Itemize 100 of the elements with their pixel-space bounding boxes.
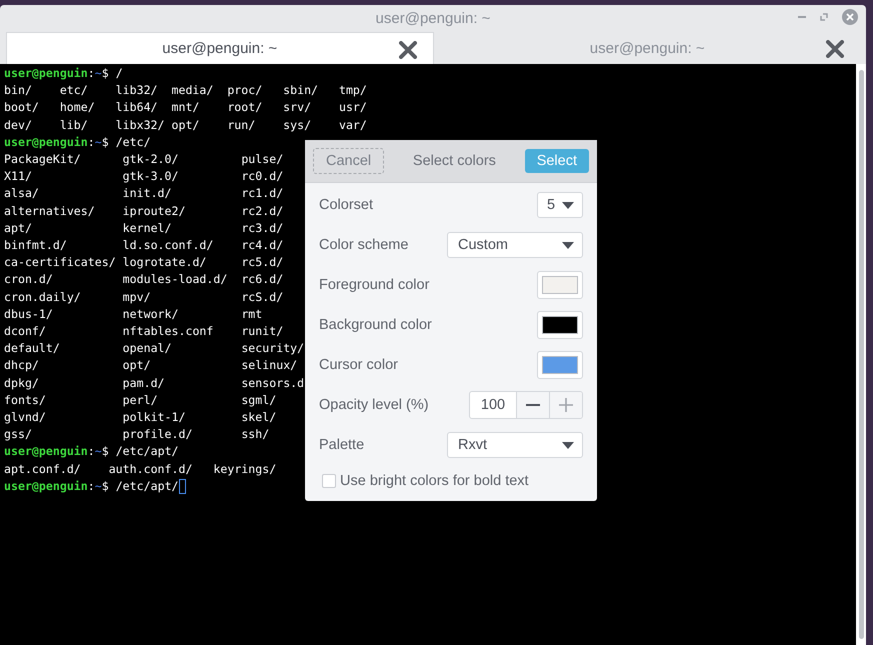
file-name: dpkg/ — [4, 376, 39, 390]
file-name: mpv/ — [122, 290, 151, 304]
file-name: alsa/ — [4, 186, 39, 200]
tab[interactable]: user@penguin: ~ — [6, 32, 434, 64]
file-name: selinux/ — [241, 358, 298, 372]
file-name: mnt/ — [171, 100, 200, 114]
file-name: opt/ — [122, 358, 151, 372]
dropdown[interactable]: Custom — [447, 232, 583, 258]
file-name: cron.daily/ — [4, 290, 81, 304]
decrement-button[interactable] — [517, 392, 549, 418]
prompt-user: user@penguin — [4, 478, 88, 495]
prompt-colon: : — [88, 443, 95, 460]
file-name: dhcp/ — [4, 358, 39, 372]
file-name: dbus-1/ — [4, 306, 53, 321]
caret-icon — [562, 202, 574, 208]
file-name: keyrings/ — [213, 462, 276, 476]
file-name: cron.d/ — [4, 272, 53, 286]
checkbox-label[interactable]: Use bright colors for bold text — [340, 473, 529, 489]
file-name: sgml/ — [241, 392, 276, 407]
file-name: X11/ — [4, 169, 32, 184]
file-name: home/ — [60, 100, 95, 114]
file-name: logrotate.d/ — [122, 255, 206, 270]
file-name: glvnd/ — [4, 410, 46, 424]
file-name: dconf/ — [4, 324, 46, 338]
file-name: PackageKit/ — [4, 152, 81, 166]
file-name: bin/ — [4, 83, 32, 98]
plus-icon — [559, 398, 573, 412]
prompt-path: ~ — [94, 478, 102, 495]
file-name: lib/ — [60, 118, 88, 132]
color-button[interactable] — [537, 271, 583, 299]
file-name: init.d/ — [122, 186, 172, 200]
file-name: pam.d/ — [122, 376, 165, 390]
file-name: sys/ — [283, 118, 312, 132]
color-button[interactable] — [537, 351, 583, 379]
minus-icon — [526, 404, 540, 406]
file-name: etc/ — [60, 83, 88, 98]
file-name: gtk-2.0/ — [122, 152, 178, 166]
file-name: apt.conf.d/ — [4, 462, 81, 476]
file-name: var/ — [338, 118, 367, 132]
dropdown[interactable]: Rxvt — [447, 432, 583, 458]
command-text: / — [116, 65, 123, 82]
file-name: rcS.d/ — [241, 290, 284, 304]
file-name: alternatives/ — [4, 204, 95, 218]
file-name: rc5.d/ — [241, 255, 284, 270]
file-name: media/ — [171, 83, 214, 98]
file-name: rc6.d/ — [241, 272, 284, 286]
file-name: tmp/ — [338, 83, 367, 98]
file-name: rc0.d/ — [241, 169, 284, 184]
command-text: /etc/apt/ — [116, 443, 179, 460]
file-name: ld.so.conf.d/ — [122, 238, 214, 252]
file-name: rc1.d/ — [241, 186, 284, 200]
command-text: /etc/apt/ — [116, 478, 179, 495]
command-text: /etc/ — [116, 134, 151, 151]
file-name: sensors.d — [241, 376, 304, 390]
file-name: lib32/ — [116, 83, 158, 98]
prompt-path: ~ — [94, 134, 102, 151]
file-name: nftables.conf — [122, 324, 214, 338]
prompt-user: user@penguin — [4, 134, 88, 151]
file-name: openal/ — [122, 341, 172, 356]
file-name: network/ — [122, 306, 178, 321]
prompt-symbol: $ — [102, 478, 109, 495]
maximize-icon[interactable] — [820, 13, 828, 21]
file-name: modules-load.d/ — [122, 272, 228, 286]
file-name: proc/ — [227, 83, 262, 98]
scrollbar[interactable] — [856, 64, 866, 645]
file-name: kernel/ — [122, 220, 172, 235]
file-name: runit/ — [241, 324, 284, 338]
file-name: polkit-1/ — [122, 410, 186, 424]
file-name: rc2.d/ — [241, 204, 284, 218]
prompt-user: user@penguin — [4, 65, 88, 82]
file-name: perl/ — [122, 392, 158, 407]
file-name: opt/ — [171, 118, 200, 132]
dropdown[interactable]: 5 — [537, 192, 583, 218]
prompt-path: ~ — [94, 443, 102, 460]
file-name: root/ — [227, 100, 262, 114]
setting-label: Palette — [319, 437, 364, 453]
caret-icon — [562, 242, 574, 248]
file-name: rc3.d/ — [241, 220, 284, 235]
color-button[interactable] — [537, 311, 583, 339]
file-name: ssh/ — [241, 427, 270, 442]
file-name: skel/ — [241, 410, 276, 424]
setting-label: Background color — [319, 317, 432, 333]
file-name: fonts/ — [4, 392, 46, 407]
window-title: user@penguin: ~ — [376, 10, 490, 27]
file-name: gss/ — [4, 427, 32, 442]
setting-label: Color scheme — [319, 237, 408, 253]
setting-label: Colorset — [319, 197, 373, 213]
prompt-symbol: $ — [102, 65, 109, 82]
setting-label: Cursor color — [319, 357, 398, 373]
file-name: srv/ — [283, 100, 312, 114]
caret-icon — [562, 442, 574, 448]
file-name: default/ — [4, 341, 60, 356]
prompt-user: user@penguin — [4, 443, 88, 460]
close-icon[interactable] — [826, 40, 844, 58]
file-name: dev/ — [4, 118, 32, 132]
checkbox[interactable] — [322, 474, 336, 488]
file-name: ca-certificates/ — [4, 255, 116, 270]
close-icon[interactable] — [398, 41, 416, 59]
file-name: usr/ — [338, 100, 367, 114]
file-name: run/ — [227, 118, 256, 132]
